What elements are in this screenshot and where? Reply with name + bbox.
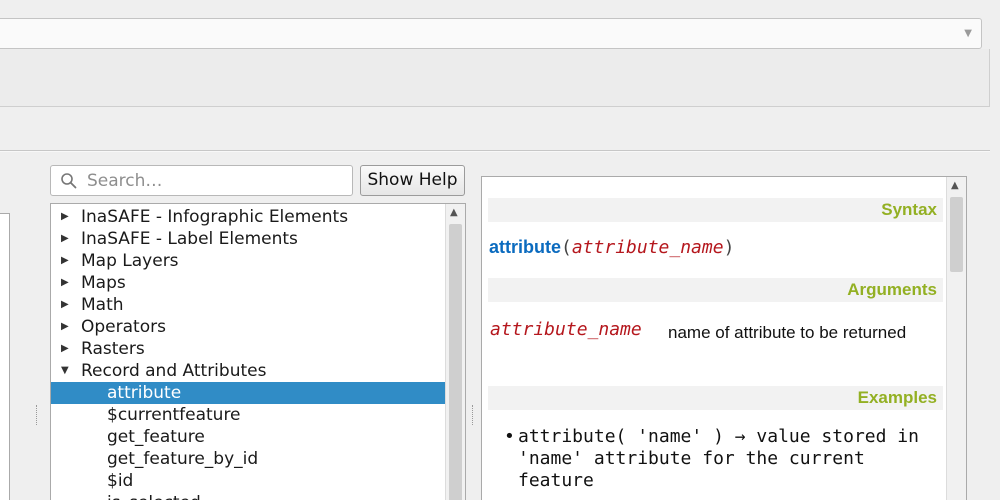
- splitter-handle[interactable]: [472, 405, 475, 425]
- expand-arrow-icon[interactable]: ▶: [61, 250, 69, 272]
- tree-group-item[interactable]: ▶ Rasters: [51, 338, 445, 360]
- argument-name-cell: attribute_name: [490, 319, 642, 340]
- syntax-line: attribute(attribute_name): [489, 237, 734, 258]
- examples-header: Examples: [488, 386, 943, 410]
- example-text: attribute( 'name' ) → value stored in 'n…: [518, 426, 919, 491]
- tree-item[interactable]: $currentfeature: [51, 404, 445, 426]
- expand-arrow-icon[interactable]: ▶: [61, 206, 69, 228]
- scrollbar-thumb[interactable]: [950, 197, 963, 272]
- tree-scrollbar[interactable]: ▲: [445, 204, 465, 500]
- bullet-icon: •: [504, 426, 515, 447]
- tree-group-item[interactable]: ▶ Operators: [51, 316, 445, 338]
- tree-group-item[interactable]: ▶ InaSAFE - Infographic Elements: [51, 206, 445, 228]
- splitter-handle[interactable]: [36, 405, 39, 425]
- argument-description: name of attribute to be returned: [668, 323, 907, 342]
- show-help-button[interactable]: Show Help: [360, 165, 465, 196]
- left-editor-pane[interactable]: [0, 213, 10, 500]
- tree-item[interactable]: get_feature: [51, 426, 445, 448]
- scroll-up-icon[interactable]: ▲: [450, 207, 458, 218]
- arguments-header: Arguments: [488, 278, 943, 302]
- tree-item-selected[interactable]: attribute: [51, 382, 445, 404]
- chevron-down-icon[interactable]: ▼: [964, 28, 972, 39]
- expand-arrow-icon[interactable]: ▶: [61, 294, 69, 316]
- search-input[interactable]: [87, 170, 347, 192]
- function-name: attribute: [489, 237, 561, 257]
- example-item: • attribute( 'name' ) → value stored in …: [504, 426, 938, 492]
- help-panel: Syntax attribute(attribute_name) Argumen…: [481, 176, 967, 500]
- help-scrollbar[interactable]: ▲: [946, 177, 966, 500]
- top-combo-box[interactable]: ▼: [0, 18, 982, 49]
- expand-arrow-icon[interactable]: ▶: [61, 316, 69, 338]
- expand-arrow-icon[interactable]: ▶: [61, 338, 69, 360]
- collapse-arrow-icon[interactable]: ▼: [61, 360, 69, 382]
- tree-item[interactable]: get_feature_by_id: [51, 448, 445, 470]
- top-panel: [0, 49, 990, 107]
- expand-arrow-icon[interactable]: ▶: [61, 272, 69, 294]
- divider-highlight: [0, 151, 990, 152]
- expand-arrow-icon[interactable]: ▶: [61, 228, 69, 250]
- tree-group-item[interactable]: ▶ InaSAFE - Label Elements: [51, 228, 445, 250]
- open-paren: (: [561, 237, 572, 258]
- syntax-argument: attribute_name: [571, 237, 724, 258]
- function-tree[interactable]: ▶ InaSAFE - Infographic Elements ▶ InaSAFE…: [50, 203, 466, 500]
- tree-group-item[interactable]: ▶ Map Layers: [51, 250, 445, 272]
- tree-group-item-expanded[interactable]: ▼ Record and Attributes: [51, 360, 445, 382]
- tree-group-item[interactable]: ▶ Math: [51, 294, 445, 316]
- tree-item[interactable]: is_selected: [51, 492, 445, 500]
- close-paren: ): [723, 237, 735, 258]
- scroll-up-icon[interactable]: ▲: [951, 180, 959, 191]
- search-icon: [61, 173, 77, 189]
- search-box[interactable]: [50, 165, 353, 196]
- scrollbar-thumb[interactable]: [449, 224, 462, 500]
- syntax-header: Syntax: [488, 198, 943, 222]
- tree-item[interactable]: $id: [51, 470, 445, 492]
- argument-name: attribute_name: [490, 319, 642, 340]
- tree-group-item[interactable]: ▶ Maps: [51, 272, 445, 294]
